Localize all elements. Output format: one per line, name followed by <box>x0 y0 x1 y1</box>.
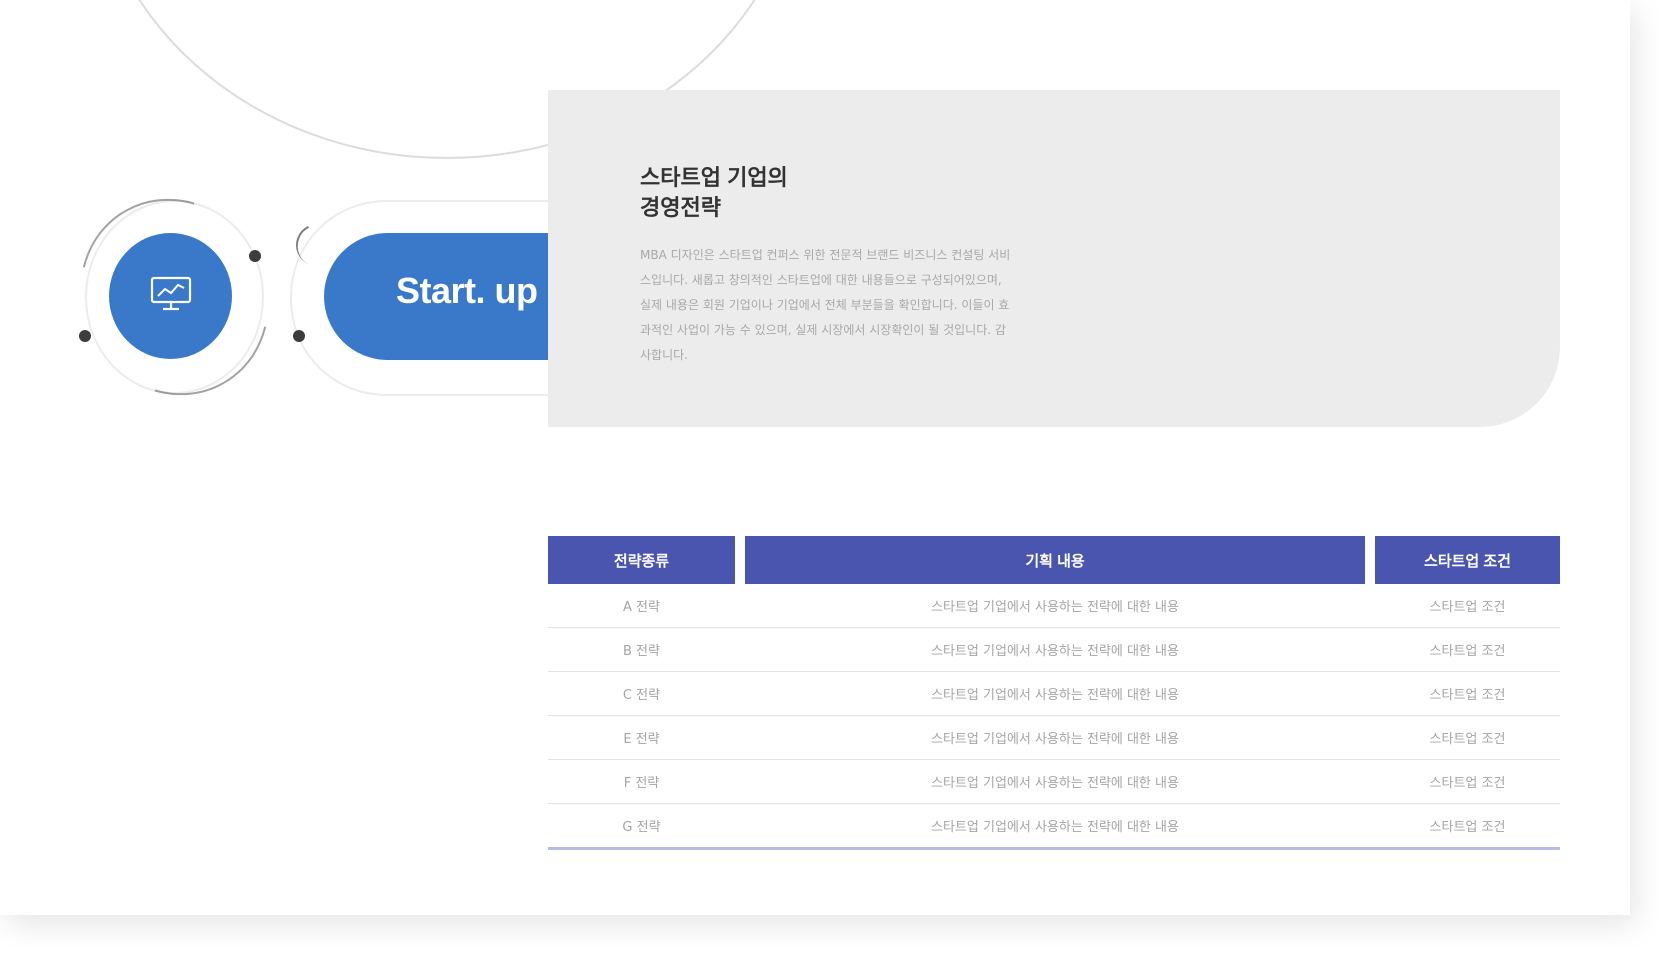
connector-dot <box>249 250 261 262</box>
table-cell: 스타트업 기업에서 사용하는 전략에 대한 내용 <box>931 688 1179 703</box>
table-cell: B 전략 <box>623 644 660 659</box>
card-title: 스타트업 기업의 경영전략 <box>640 163 940 223</box>
table-cell: F 전략 <box>623 776 660 791</box>
connector-dot <box>79 330 91 342</box>
table-cell: 스타트업 조건 <box>1429 776 1506 791</box>
table-cell: 스타트업 조건 <box>1429 732 1506 747</box>
table-row: E 전략 스타트업 기업에서 사용하는 전략에 대한 내용 스타트업 조건 <box>548 716 1560 760</box>
connector-dot <box>293 330 305 342</box>
table-row: A 전략 스타트업 기업에서 사용하는 전략에 대한 내용 스타트업 조건 <box>548 584 1560 628</box>
table-cell: A 전략 <box>623 600 660 615</box>
table-header: 전략종류 기획 내용 스타트업 조건 <box>548 536 1560 584</box>
card-title-line1: 스타트업 기업의 <box>640 165 788 190</box>
table-cell: 스타트업 기업에서 사용하는 전략에 대한 내용 <box>931 820 1179 835</box>
monitor-chart-icon <box>149 274 193 318</box>
slide-canvas: Start. up 스타트업 기업의 경영전략 MBA 디자인은 스타트업 컨퍼… <box>0 0 1630 915</box>
table-row: C 전략 스타트업 기업에서 사용하는 전략에 대한 내용 스타트업 조건 <box>548 672 1560 716</box>
table-cell: E 전략 <box>623 732 660 747</box>
table-cell: C 전략 <box>622 688 661 703</box>
table-cell: 스타트업 기업에서 사용하는 전략에 대한 내용 <box>931 644 1179 659</box>
startup-pill-label: Start. up <box>396 270 538 311</box>
table-cell: 스타트업 조건 <box>1429 688 1506 703</box>
strategy-table: 전략종류 기획 내용 스타트업 조건 A 전략 스타트업 기업에서 사용하는 전… <box>548 536 1560 850</box>
table-cell: 스타트업 기업에서 사용하는 전략에 대한 내용 <box>931 732 1179 747</box>
icon-badge <box>109 233 232 359</box>
table-cell: 스타트업 기업에서 사용하는 전략에 대한 내용 <box>931 776 1179 791</box>
card-body-text: MBA 디자인은 스타트업 컨퍼스 위한 전문적 브랜드 비즈니스 컨설팅 서비… <box>640 248 1011 362</box>
table-cell: 스타트업 조건 <box>1429 644 1506 659</box>
table-cell: G 전략 <box>622 820 661 835</box>
column-header-strategy-type: 전략종류 <box>548 536 735 584</box>
card-title-line2: 경영전략 <box>640 195 721 220</box>
table-cell: 스타트업 조건 <box>1429 820 1506 835</box>
column-header-startup-condition: 스타트업 조건 <box>1375 536 1560 584</box>
table-row: G 전략 스타트업 기업에서 사용하는 전략에 대한 내용 스타트업 조건 <box>548 804 1560 850</box>
table-row: B 전략 스타트업 기업에서 사용하는 전략에 대한 내용 스타트업 조건 <box>548 628 1560 672</box>
table-row: F 전략 스타트업 기업에서 사용하는 전략에 대한 내용 스타트업 조건 <box>548 760 1560 804</box>
table-cell: 스타트업 조건 <box>1429 600 1506 615</box>
table-cell: 스타트업 기업에서 사용하는 전략에 대한 내용 <box>931 600 1179 615</box>
column-header-plan-content: 기획 내용 <box>745 536 1365 584</box>
